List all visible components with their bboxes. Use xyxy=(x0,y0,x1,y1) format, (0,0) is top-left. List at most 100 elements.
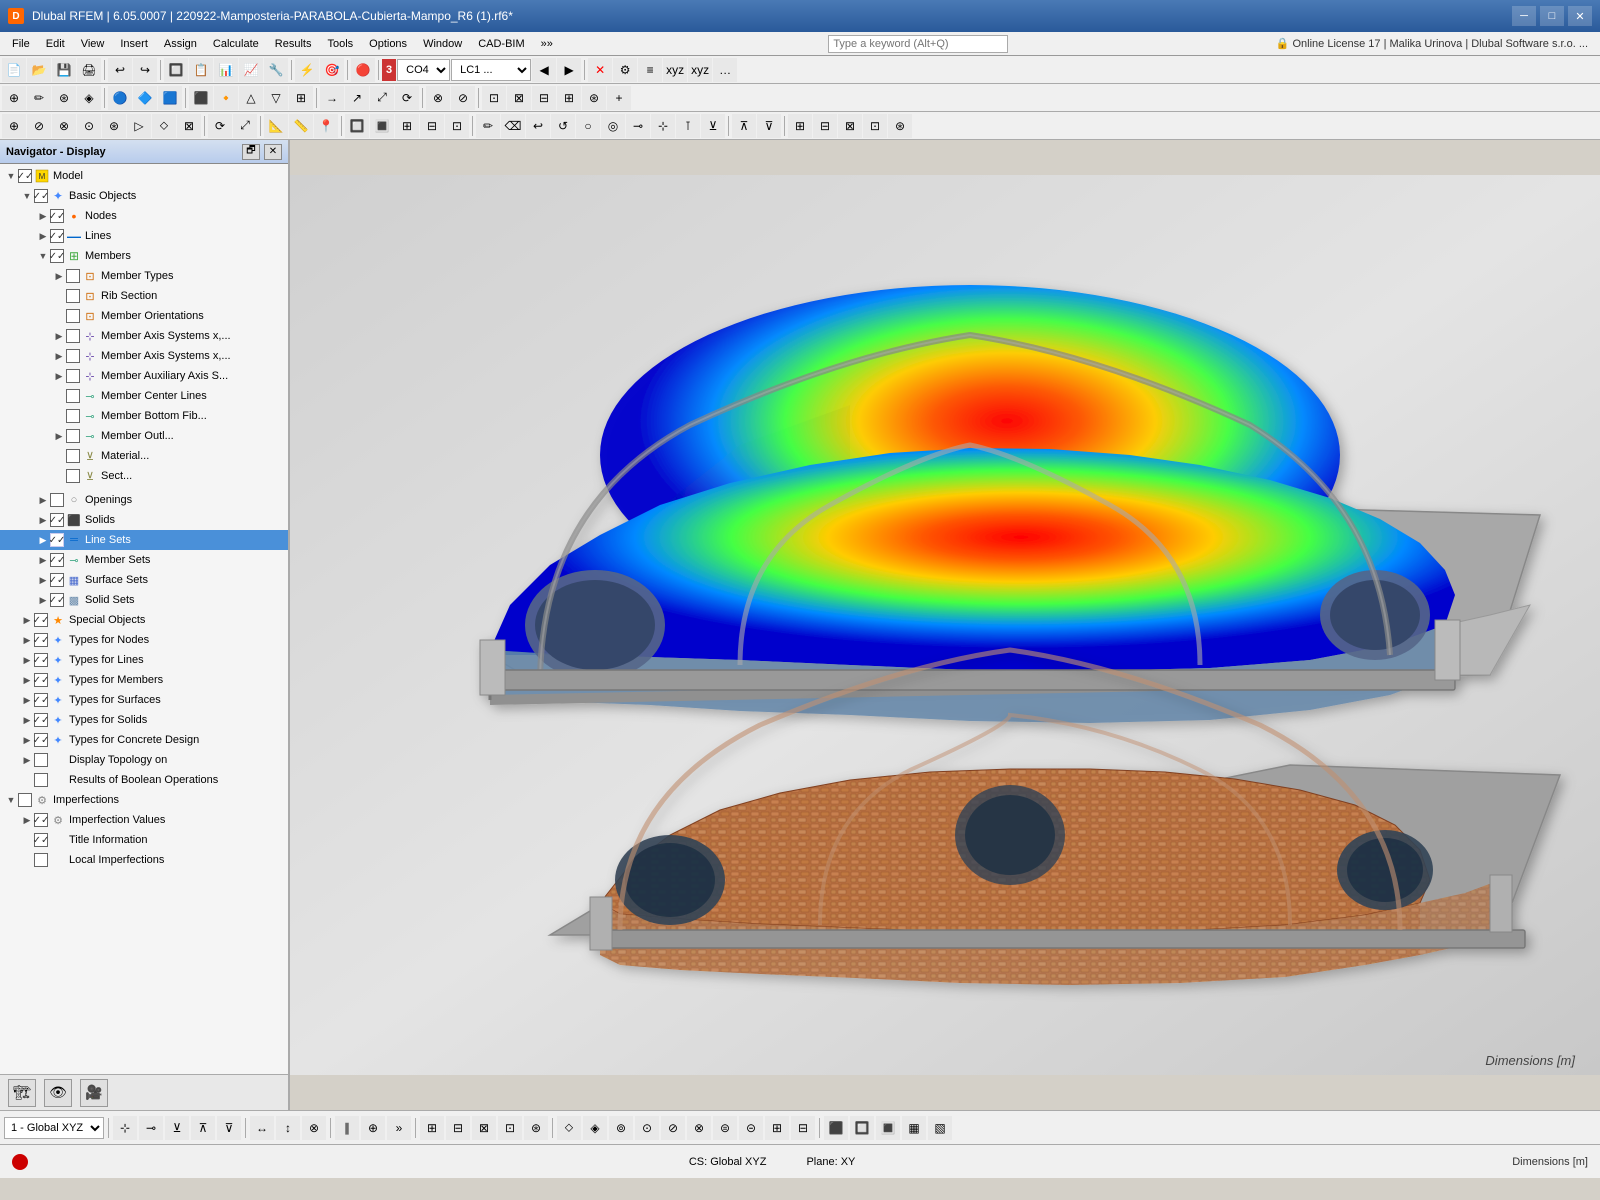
tree-check-line-sets[interactable]: ✓ xyxy=(50,533,64,547)
tb2-btn-4[interactable]: ◈ xyxy=(77,86,101,110)
tree-check-rib-section[interactable] xyxy=(66,289,80,303)
menu-insert[interactable]: Insert xyxy=(112,33,156,55)
menu-cad-bim[interactable]: CAD-BIM xyxy=(470,33,532,55)
tb2-btn-13[interactable]: → xyxy=(320,86,344,110)
tb-xyz[interactable]: xyz xyxy=(663,58,687,82)
tb2-snap-5[interactable]: ⊛ xyxy=(582,86,606,110)
tree-arrow-rib-section[interactable] xyxy=(52,286,66,306)
tree-item-types-lines[interactable]: ✓✦Types for Lines xyxy=(0,650,288,670)
tree-arrow-member-outl[interactable] xyxy=(52,426,66,446)
tree-item-types-concrete[interactable]: ✓✦Types for Concrete Design xyxy=(0,730,288,750)
tb3-btn-15[interactable]: 🔳 xyxy=(370,114,394,138)
viewport[interactable]: Dimensions [m] Dimensions [m] xyxy=(290,140,1600,1110)
tree-item-imperfection-values[interactable]: ✓⚙Imperfection Values xyxy=(0,810,288,830)
tree-item-display-topology[interactable]: Display Topology on xyxy=(0,750,288,770)
tb3-btn-18[interactable]: ⊡ xyxy=(445,114,469,138)
tb-cross[interactable]: ✕ xyxy=(588,58,612,82)
tb2-btn-8[interactable]: ⬛ xyxy=(189,86,213,110)
bb-btn-29[interactable]: 🔳 xyxy=(876,1116,900,1140)
prev-lc-button[interactable]: ◀ xyxy=(532,58,556,82)
tb2-btn-18[interactable]: ⊘ xyxy=(451,86,475,110)
tb3-btn-23[interactable]: ○ xyxy=(576,114,600,138)
tb2-btn-16[interactable]: ⟳ xyxy=(395,86,419,110)
tree-item-member-auxiliary[interactable]: ⊹Member Auxiliary Axis S... xyxy=(0,366,288,386)
tb3-grid2[interactable]: ⊟ xyxy=(813,114,837,138)
tree-check-sect[interactable] xyxy=(66,469,80,483)
tree-item-member-bottom-fib[interactable]: ⊸Member Bottom Fib... xyxy=(0,406,288,426)
tb3-btn-5[interactable]: ⊛ xyxy=(102,114,126,138)
menu-assign[interactable]: Assign xyxy=(156,33,205,55)
maximize-button[interactable]: □ xyxy=(1540,6,1564,26)
tree-item-members[interactable]: ✓⊞Members xyxy=(0,246,288,266)
menu-tools[interactable]: Tools xyxy=(319,33,361,55)
tree-arrow-results-boolean[interactable] xyxy=(20,770,34,790)
tb3-btn-1[interactable]: ⊕ xyxy=(2,114,26,138)
bb-btn-30[interactable]: ▦ xyxy=(902,1116,926,1140)
tree-check-lines[interactable]: ✓ xyxy=(50,229,64,243)
tree-item-solids[interactable]: ✓⬛Solids xyxy=(0,510,288,530)
tb2-btn-14[interactable]: ↗ xyxy=(345,86,369,110)
close-button[interactable]: ✕ xyxy=(1568,6,1592,26)
tree-item-lines[interactable]: ✓—Lines xyxy=(0,226,288,246)
tree-arrow-member-axis-x2[interactable] xyxy=(52,346,66,366)
tb2-snap-3[interactable]: ⊟ xyxy=(532,86,556,110)
tree-check-types-members[interactable]: ✓ xyxy=(34,673,48,687)
tb3-btn-10[interactable]: ⤢ xyxy=(233,114,257,138)
tb2-btn-6[interactable]: 🔷 xyxy=(133,86,157,110)
tb-btn-7[interactable]: 🎯 xyxy=(320,58,344,82)
tb3-btn-24[interactable]: ◎ xyxy=(601,114,625,138)
tree-check-types-nodes[interactable]: ✓ xyxy=(34,633,48,647)
tb2-btn-11[interactable]: ▽ xyxy=(264,86,288,110)
tree-container[interactable]: ✓MModel✓✦Basic Objects✓•Nodes✓—Lines✓⊞Me… xyxy=(0,164,288,1074)
tb3-grid3[interactable]: ⊠ xyxy=(838,114,862,138)
bb-btn-6[interactable]: ↔ xyxy=(250,1116,274,1140)
bb-btn-23[interactable]: ⊜ xyxy=(713,1116,737,1140)
nav-close-button[interactable]: ✕ xyxy=(264,144,282,160)
tb3-btn-16[interactable]: ⊞ xyxy=(395,114,419,138)
tb3-btn-4[interactable]: ⊙ xyxy=(77,114,101,138)
tree-item-line-sets[interactable]: ✓═Line Sets xyxy=(0,530,288,550)
tb3-btn-20[interactable]: ⌫ xyxy=(501,114,525,138)
tb3-grid5[interactable]: ⊛ xyxy=(888,114,912,138)
tb2-snap-6[interactable]: + xyxy=(607,86,631,110)
tree-arrow-member-bottom-fib[interactable] xyxy=(52,406,66,426)
bb-btn-14[interactable]: ⊠ xyxy=(472,1116,496,1140)
tb-gear[interactable]: ⚙ xyxy=(613,58,637,82)
tree-item-surface-sets[interactable]: ✓▦Surface Sets xyxy=(0,570,288,590)
tree-arrow-openings[interactable] xyxy=(36,490,50,510)
undo-button[interactable]: ↩ xyxy=(108,58,132,82)
bb-btn-10[interactable]: ⊕ xyxy=(361,1116,385,1140)
search-input[interactable] xyxy=(828,35,1008,53)
tree-check-title-information[interactable]: ✓ xyxy=(34,833,48,847)
tb2-btn-15[interactable]: ⤢ xyxy=(370,86,394,110)
tree-item-member-sets[interactable]: ✓⊸Member Sets xyxy=(0,550,288,570)
tree-check-member-axis-x2[interactable] xyxy=(66,349,80,363)
tree-item-types-members[interactable]: ✓✦Types for Members xyxy=(0,670,288,690)
tree-arrow-imperfections[interactable] xyxy=(4,790,18,810)
tb3-btn-17[interactable]: ⊟ xyxy=(420,114,444,138)
minimize-button[interactable]: ─ xyxy=(1512,6,1536,26)
bb-btn-11[interactable]: » xyxy=(387,1116,411,1140)
bb-btn-18[interactable]: ◈ xyxy=(583,1116,607,1140)
bb-btn-1[interactable]: ⊹ xyxy=(113,1116,137,1140)
tree-check-members[interactable]: ✓ xyxy=(50,249,64,263)
tb-btn-4[interactable]: 📈 xyxy=(239,58,263,82)
nav-restore-button[interactable]: 🗗 xyxy=(242,144,260,160)
tb3-grid4[interactable]: ⊡ xyxy=(863,114,887,138)
tb3-btn-28[interactable]: ⊻ xyxy=(701,114,725,138)
menu-edit[interactable]: Edit xyxy=(38,33,73,55)
menu-results[interactable]: Results xyxy=(267,33,320,55)
tree-item-types-surfaces[interactable]: ✓✦Types for Surfaces xyxy=(0,690,288,710)
menu-options[interactable]: Options xyxy=(361,33,415,55)
tree-check-member-types[interactable] xyxy=(66,269,80,283)
tree-item-member-outl[interactable]: ⊸Member Outl... xyxy=(0,426,288,446)
tb-more[interactable]: … xyxy=(713,58,737,82)
tree-check-special-objects[interactable]: ✓ xyxy=(34,613,48,627)
bb-btn-17[interactable]: ⬦ xyxy=(557,1116,581,1140)
bb-btn-9[interactable]: ∥ xyxy=(335,1116,359,1140)
bb-btn-4[interactable]: ⊼ xyxy=(191,1116,215,1140)
tree-arrow-material[interactable] xyxy=(52,446,66,466)
bb-btn-25[interactable]: ⊞ xyxy=(765,1116,789,1140)
bb-btn-13[interactable]: ⊟ xyxy=(446,1116,470,1140)
tree-check-surface-sets[interactable]: ✓ xyxy=(50,573,64,587)
